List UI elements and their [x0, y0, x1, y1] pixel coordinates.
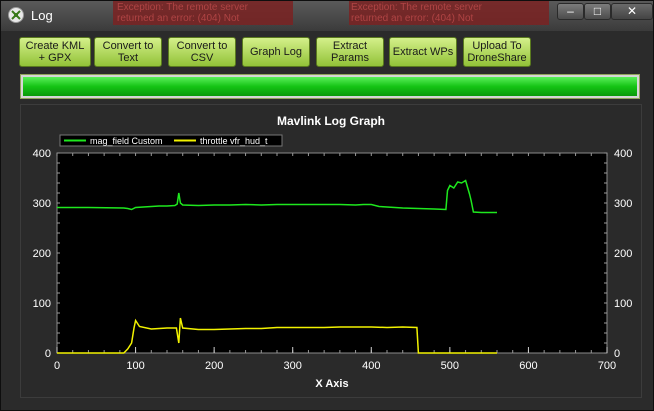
- window-title: Log: [31, 8, 53, 23]
- minimize-button[interactable]: –: [557, 3, 584, 20]
- graph-log-button[interactable]: Graph Log: [242, 37, 310, 67]
- x-tick-label: 200: [205, 360, 223, 372]
- y-tick-label: 300: [33, 198, 51, 210]
- y2-tick-label: 100: [614, 298, 632, 310]
- background-text: Exception: The remote server: [351, 2, 482, 13]
- maximize-button[interactable]: □: [584, 3, 611, 20]
- y2-tick-label: 200: [614, 248, 632, 260]
- y-tick-label: 400: [33, 148, 51, 160]
- background-text: Exception: The remote server: [117, 2, 248, 13]
- chart-title: Mavlink Log Graph: [277, 114, 385, 128]
- legend-entry: mag_field Custom: [90, 136, 163, 146]
- x-tick-label: 400: [362, 360, 380, 372]
- y-tick-label: 200: [33, 248, 51, 260]
- convert-to-text-button[interactable]: Convert to Text: [94, 37, 162, 67]
- extract-wps-button[interactable]: Extract WPs: [389, 37, 457, 67]
- y-tick-label: 0: [45, 348, 51, 360]
- background-text: returned an error: (404) Not: [117, 13, 240, 24]
- app-icon: [8, 7, 24, 23]
- close-button[interactable]: ✕: [611, 3, 653, 20]
- x-tick-label: 600: [519, 360, 537, 372]
- y2-tick-label: 0: [614, 348, 620, 360]
- progress-bar: [20, 74, 640, 99]
- extract-params-button[interactable]: Extract Params: [316, 37, 384, 67]
- convert-to-csv-button[interactable]: Convert to CSV: [168, 37, 236, 67]
- graph-panel[interactable]: Mavlink Log Graph 0 100 200 300 400 500 600 700 0…: [20, 104, 642, 398]
- background-text: returned an error: (404) Not: [351, 13, 474, 24]
- log-graph-chart[interactable]: Mavlink Log Graph0 100 200 300 400 500 600 7000…: [21, 105, 641, 397]
- progress-fill: [23, 77, 637, 96]
- plot-area: [56, 152, 608, 354]
- log-window: Exception: The remote server returned an…: [0, 0, 654, 411]
- x-tick-label: 500: [441, 360, 459, 372]
- x-axis-label: X Axis: [315, 378, 348, 390]
- legend-entry: throttle vfr_hud_t: [200, 136, 268, 146]
- x-tick-label: 100: [126, 360, 144, 372]
- y2-tick-label: 300: [614, 198, 632, 210]
- x-tick-label: 700: [598, 360, 616, 372]
- x-tick-label: 300: [284, 360, 302, 372]
- create-kml-gpx-button[interactable]: Create KML + GPX: [19, 37, 91, 67]
- upload-to-droneshare-button[interactable]: Upload To DroneShare: [463, 37, 531, 67]
- y-tick-label: 100: [33, 298, 51, 310]
- y2-tick-label: 400: [614, 148, 632, 160]
- title-bar[interactable]: Exception: The remote server returned an…: [1, 1, 653, 31]
- x-tick-label: 0: [54, 360, 60, 372]
